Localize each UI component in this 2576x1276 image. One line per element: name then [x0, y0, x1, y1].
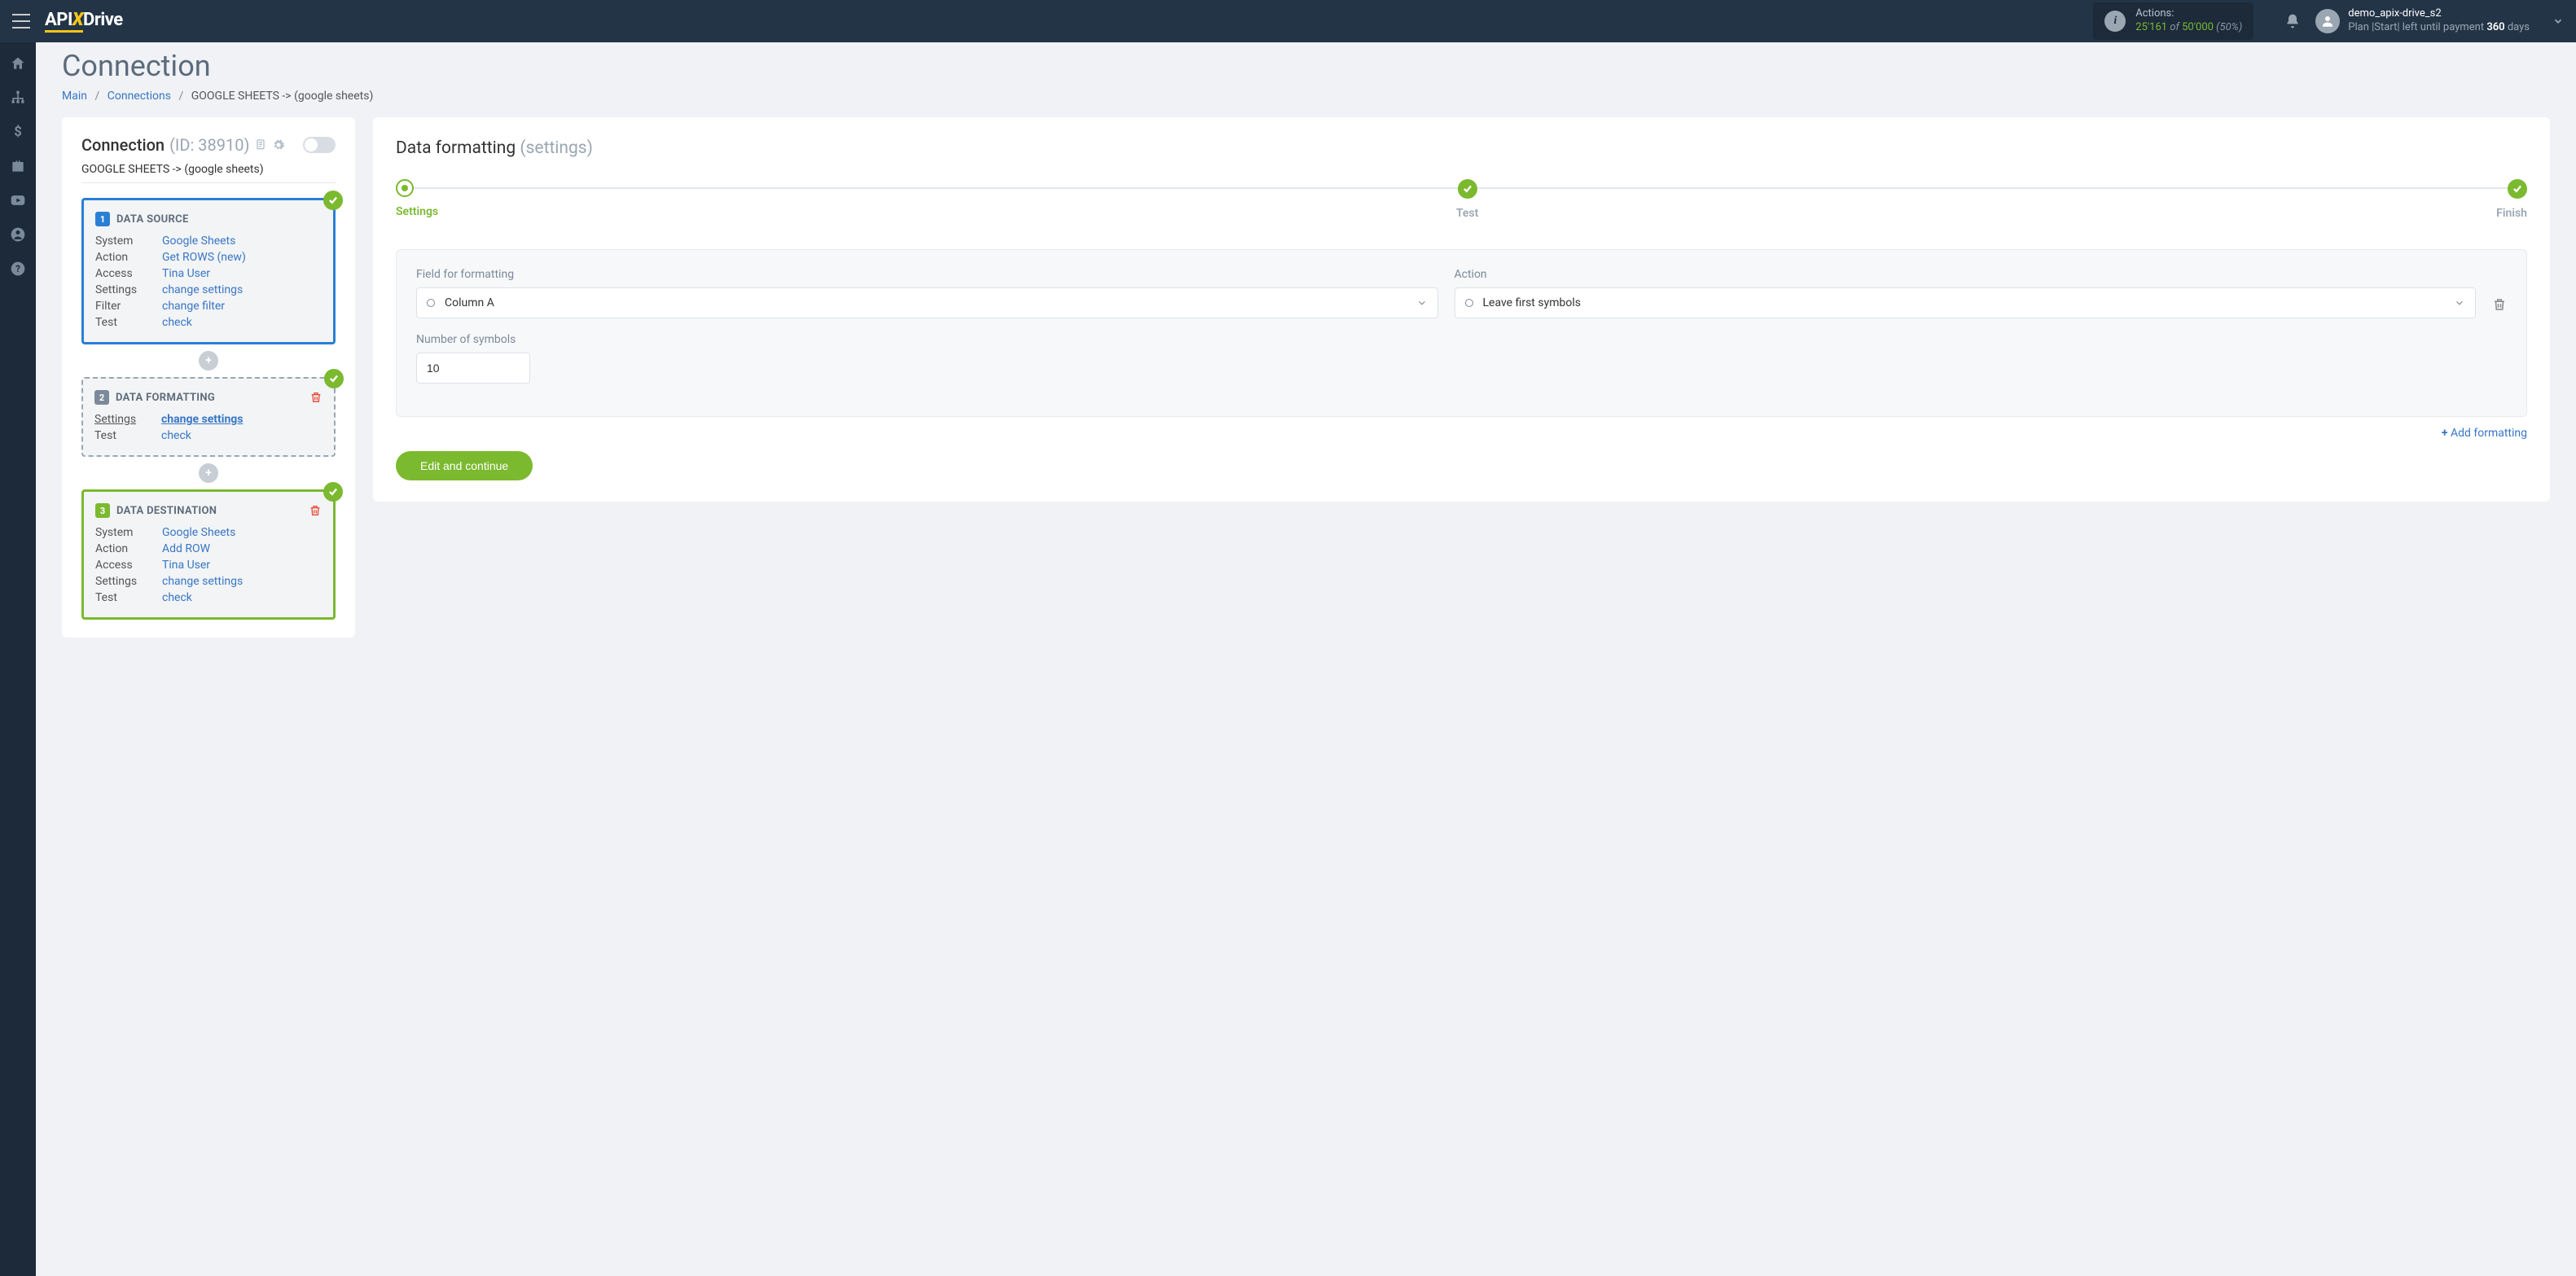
block-number: 1	[95, 212, 110, 226]
nav-account-icon[interactable]	[10, 226, 26, 243]
chevron-down-icon	[1416, 297, 1428, 309]
add-step-button[interactable]: +	[199, 463, 218, 483]
logo-api: API	[45, 10, 72, 30]
actions-pct: (50%)	[2216, 21, 2242, 33]
notifications-icon[interactable]	[2284, 13, 2301, 29]
source-test-link[interactable]: check	[162, 316, 322, 329]
add-formatting-link[interactable]: + Add formatting	[2442, 427, 2527, 440]
radio-icon	[427, 299, 435, 307]
add-step-button[interactable]: +	[199, 351, 218, 371]
dest-access-link[interactable]: Tina User	[162, 559, 322, 572]
label-field: Field for formatting	[416, 268, 1438, 281]
user-menu[interactable]: demo_apix-drive_s2 Plan |Start| left unt…	[2315, 7, 2530, 35]
connection-toggle[interactable]	[303, 137, 336, 153]
delete-block-icon[interactable]	[309, 391, 323, 404]
actions-label: Actions:	[2135, 7, 2242, 21]
page-title: Connection	[62, 49, 2550, 83]
actions-counter[interactable]: i Actions: 25'161 of 50'000 (50%)	[2093, 2, 2253, 40]
connection-head-id: (ID: 38910)	[169, 135, 249, 155]
user-plan: Plan |Start| left until payment 360 days	[2348, 21, 2530, 35]
step-done-icon	[1458, 179, 1477, 199]
number-input[interactable]	[416, 353, 530, 384]
data-source-block: 1 DATA SOURCE SystemGoogle Sheets Action…	[81, 198, 336, 344]
source-action-link[interactable]: Get ROWS (new)	[162, 251, 322, 264]
check-icon	[324, 369, 344, 388]
check-icon	[323, 191, 343, 210]
actions-of: of	[2170, 21, 2179, 33]
gear-icon[interactable]	[272, 138, 285, 151]
block-title: DATA FORMATTING	[116, 392, 215, 404]
edit-continue-button[interactable]: Edit and continue	[396, 451, 533, 480]
label-number: Number of symbols	[416, 333, 530, 346]
nav-home-icon[interactable]	[10, 55, 26, 72]
step-current-icon	[396, 179, 414, 197]
data-formatting-block: 2 DATA FORMATTING Settingschange setting…	[81, 377, 336, 457]
fmt-test-link[interactable]: check	[161, 429, 323, 442]
user-name: demo_apix-drive_s2	[2348, 7, 2530, 21]
breadcrumb-connections[interactable]: Connections	[108, 90, 171, 103]
source-filter-link[interactable]: change filter	[162, 300, 322, 313]
nav-connections-icon[interactable]	[10, 90, 26, 106]
connection-subtitle: GOOGLE SHEETS -> (google sheets)	[81, 163, 336, 183]
block-title: DATA SOURCE	[116, 213, 189, 226]
breadcrumb: Main / Connections / GOOGLE SHEETS -> (g…	[62, 90, 2550, 103]
source-settings-link[interactable]: change settings	[162, 283, 322, 296]
data-destination-block: 3 DATA DESTINATION SystemGoogle Sheets A…	[81, 489, 336, 620]
label-action: Action	[1455, 268, 2477, 281]
fmt-settings-link[interactable]: change settings	[161, 413, 323, 426]
block-number: 3	[95, 503, 110, 518]
user-menu-chevron-icon[interactable]	[2552, 15, 2564, 27]
info-icon: i	[2104, 11, 2126, 32]
nav-help-icon[interactable]: ?	[10, 261, 26, 277]
check-icon	[323, 482, 343, 502]
actions-current: 25'161	[2135, 21, 2167, 33]
svg-text:?: ?	[15, 263, 20, 274]
step-settings[interactable]: Settings	[396, 179, 438, 220]
menu-toggle[interactable]	[12, 14, 30, 29]
logo-x: X	[72, 10, 83, 30]
dest-test-link[interactable]: check	[162, 591, 322, 604]
delete-block-icon[interactable]	[309, 504, 322, 517]
dest-system-link[interactable]: Google Sheets	[162, 526, 322, 539]
copy-icon[interactable]	[254, 138, 267, 151]
block-number: 2	[94, 390, 109, 405]
block-title: DATA DESTINATION	[116, 505, 217, 517]
radio-icon	[1465, 299, 1473, 307]
logo-drive: Drive	[83, 10, 123, 30]
avatar-icon	[2315, 9, 2340, 33]
dest-settings-link[interactable]: change settings	[162, 575, 322, 588]
block1-rows: SystemGoogle Sheets ActionGet ROWS (new)…	[95, 235, 322, 329]
chevron-down-icon	[2454, 297, 2465, 309]
panel-title: Data formatting (settings)	[396, 138, 2527, 158]
nav-briefcase-icon[interactable]	[10, 158, 26, 174]
dest-action-link[interactable]: Add ROW	[162, 542, 322, 555]
step-finish[interactable]: Finish	[2496, 179, 2527, 220]
source-access-link[interactable]: Tina User	[162, 267, 322, 280]
nav-youtube-icon[interactable]	[10, 192, 26, 208]
action-select[interactable]: Leave first symbols	[1455, 287, 2477, 318]
breadcrumb-main[interactable]: Main	[62, 90, 87, 103]
field-select[interactable]: Column A	[416, 287, 1438, 318]
step-test[interactable]: Test	[1456, 179, 1478, 220]
svg-text:$: $	[14, 125, 22, 140]
connection-head-label: Connection	[81, 135, 165, 155]
step-done-icon	[2508, 179, 2527, 199]
delete-row-icon[interactable]	[2492, 297, 2507, 318]
logo[interactable]: APIXDrive	[45, 10, 123, 33]
actions-total: 50'000	[2182, 21, 2214, 33]
nav-billing-icon[interactable]: $	[10, 124, 26, 140]
breadcrumb-current: GOOGLE SHEETS -> (google sheets)	[191, 90, 374, 103]
source-system-link[interactable]: Google Sheets	[162, 235, 322, 248]
